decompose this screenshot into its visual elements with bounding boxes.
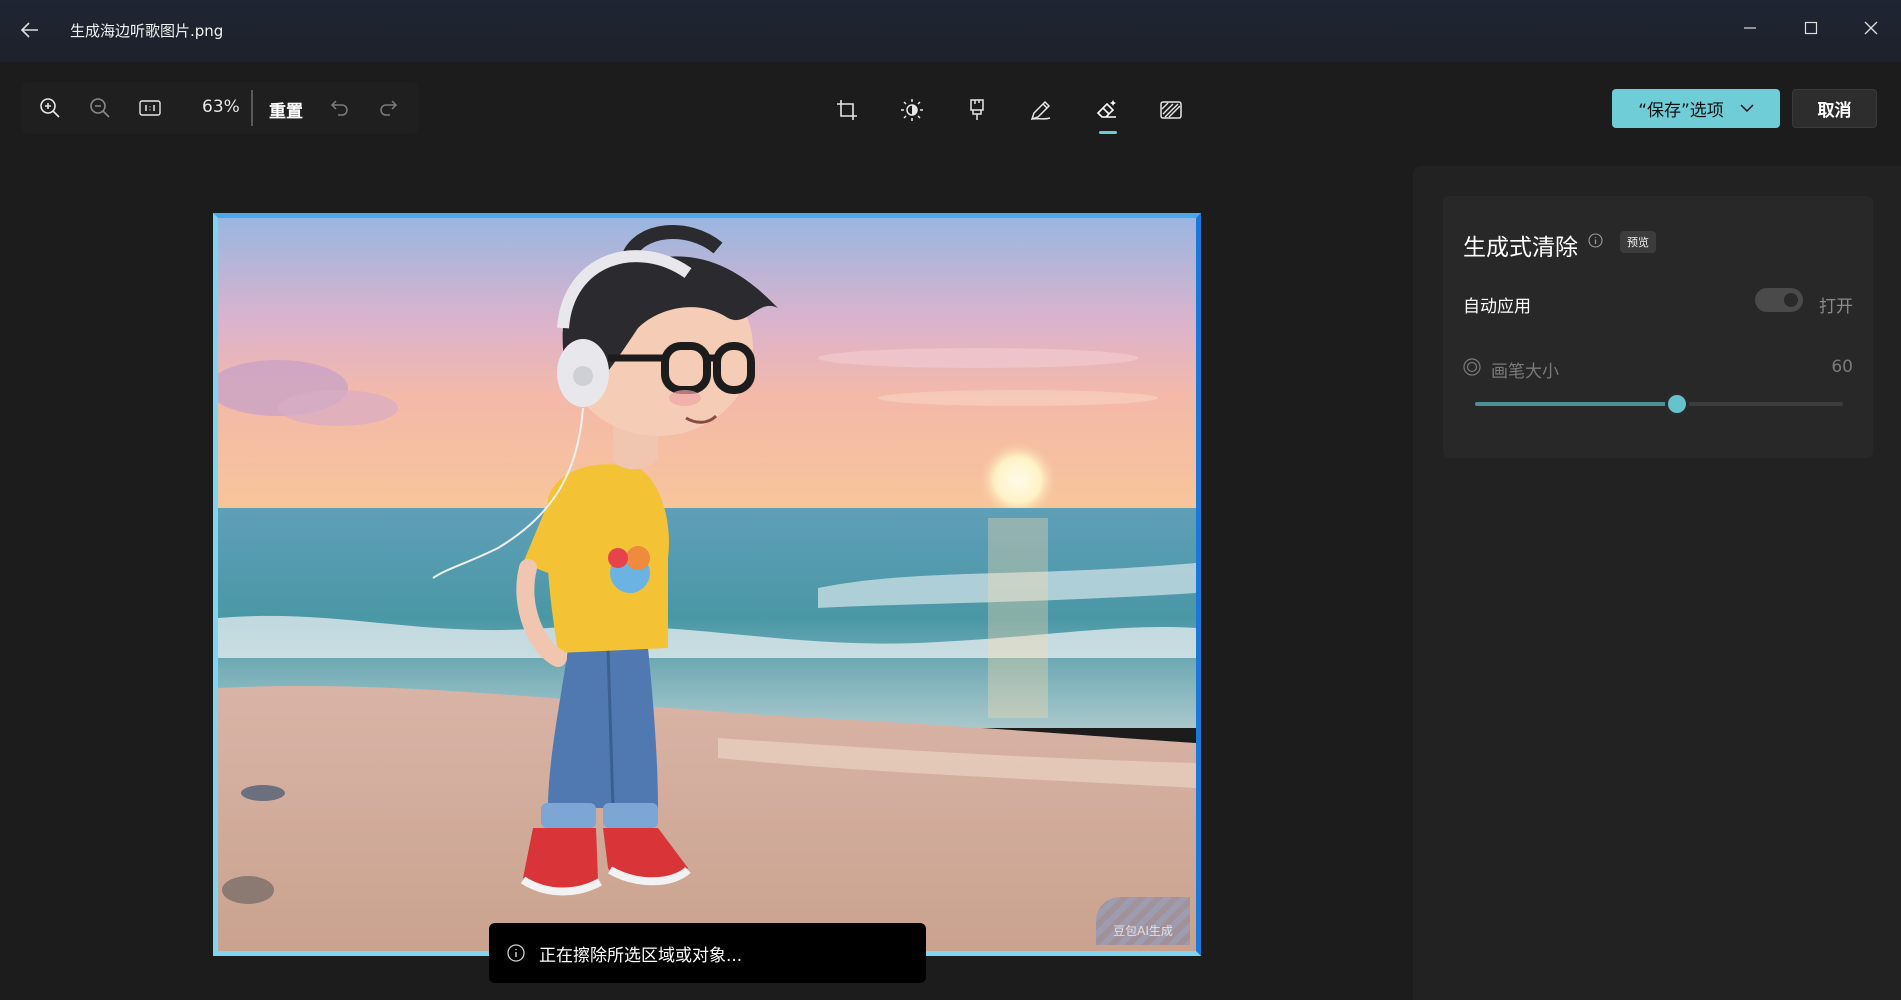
zoom-out-button[interactable]: [82, 90, 118, 126]
preview-badge: 预览: [1620, 231, 1656, 253]
zoom-in-button[interactable]: [32, 90, 68, 126]
cancel-button[interactable]: 取消: [1792, 89, 1877, 128]
close-button[interactable]: [1848, 12, 1894, 44]
generative-erase-panel: 生成式清除 预览 自动应用 打开 画笔大小 60: [1443, 196, 1873, 458]
slider-thumb[interactable]: [1668, 395, 1687, 413]
minimize-icon: [1744, 27, 1756, 29]
minimize-button[interactable]: [1727, 12, 1773, 44]
zoom-level[interactable]: 63%: [202, 97, 240, 117]
filter-tool[interactable]: [957, 90, 997, 130]
erase-tool[interactable]: [1087, 90, 1127, 130]
brush-size-icon: [1463, 358, 1481, 376]
eraser-icon: [1096, 100, 1116, 118]
maximize-icon: [1804, 21, 1818, 35]
actual-size-button[interactable]: [132, 90, 168, 126]
info-icon[interactable]: [1588, 233, 1603, 248]
active-tool-indicator: [1099, 131, 1117, 134]
auto-apply-label: 自动应用: [1463, 297, 1531, 317]
toggle-knob: [1784, 293, 1798, 307]
info-icon: [507, 944, 525, 962]
close-icon: [1864, 21, 1878, 35]
redo-icon: [380, 100, 398, 116]
brush-size-label: 画笔大小: [1491, 362, 1559, 382]
crop-tool[interactable]: [827, 90, 867, 130]
actual-size-icon: [139, 100, 161, 116]
back-button[interactable]: [14, 16, 46, 44]
zoom-out-icon: [90, 98, 110, 118]
save-options-button[interactable]: “保存”选项: [1612, 89, 1780, 128]
arrow-left-icon: [21, 22, 38, 38]
maximize-button[interactable]: [1788, 12, 1834, 44]
undo-button[interactable]: [322, 90, 358, 126]
title-bar: 生成海边听歌图片.png: [0, 0, 1901, 62]
filter-brush-icon: [970, 99, 984, 120]
slider-fill: [1475, 402, 1678, 406]
brightness-icon: [901, 99, 923, 121]
crop-icon: [837, 100, 857, 120]
background-blur-icon: [1160, 101, 1182, 119]
toolbar-divider: [251, 90, 253, 126]
window-title: 生成海边听歌图片.png: [70, 22, 224, 40]
save-options-label: “保存”选项: [1638, 101, 1724, 121]
zoom-in-icon: [40, 98, 60, 118]
auto-apply-state: 打开: [1819, 297, 1853, 317]
brush-size-value: 60: [1831, 357, 1853, 377]
image-canvas[interactable]: 豆包AI生成: [213, 213, 1201, 956]
auto-apply-toggle[interactable]: [1755, 288, 1803, 312]
zoom-toolbar: 63% 重置: [22, 82, 418, 134]
brush-size-slider[interactable]: [1475, 395, 1843, 413]
edited-photo[interactable]: [218, 218, 1196, 951]
reset-button[interactable]: 重置: [269, 97, 303, 122]
undo-icon: [330, 100, 348, 116]
toast-message: 正在擦除所选区域或对象...: [539, 945, 743, 966]
adjust-tool[interactable]: [892, 90, 932, 130]
background-tool[interactable]: [1151, 90, 1191, 130]
markup-tool[interactable]: [1021, 90, 1061, 130]
pen-icon: [1030, 100, 1051, 121]
redo-button[interactable]: [370, 90, 406, 126]
panel-title: 生成式清除: [1463, 235, 1578, 261]
ai-watermark: 豆包AI生成: [1096, 897, 1190, 945]
chevron-down-icon: [1740, 104, 1754, 113]
status-toast: 正在擦除所选区域或对象...: [489, 923, 926, 983]
